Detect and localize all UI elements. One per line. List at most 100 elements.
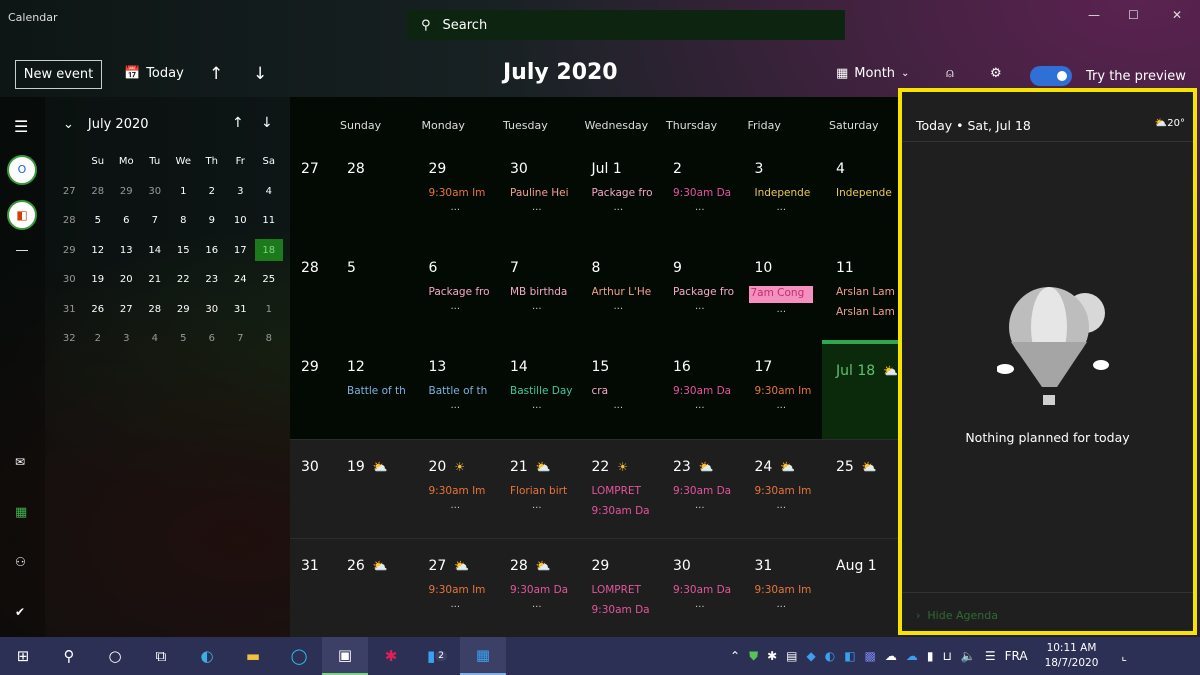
app-taskbar-button[interactable]: ▣ [322,637,368,675]
day-cell[interactable]: 13 Battle of th ··· [415,340,496,439]
day-cell[interactable]: 30 9:30am Da ··· [659,539,740,638]
taskbar-search-button[interactable]: ⚲ [46,637,92,675]
mini-day[interactable]: 11 [255,210,284,232]
day-cell[interactable]: 21 ⛅ Florian birt ··· [496,440,577,539]
day-cell[interactable]: 28 [333,142,414,241]
mini-prev-button[interactable]: ↑ [232,115,244,131]
mini-day[interactable]: 4 [255,180,284,202]
settings-button[interactable]: ⚙ [990,66,1002,81]
day-cell[interactable]: Jul 18 ⛅ [822,340,903,439]
more-events-indicator[interactable]: ··· [592,403,659,414]
mini-day[interactable]: 15 [169,239,198,261]
calendar-app[interactable]: ▦ [460,637,506,675]
people-icon[interactable]: ⚇ [15,555,26,569]
event-item[interactable]: 9:30am Im [755,584,817,598]
event-item[interactable]: 7am Cong [748,286,813,303]
mini-day[interactable]: 14 [141,239,170,261]
day-cell[interactable]: 7 MB birthda ··· [496,241,577,340]
day-cell[interactable]: 16 9:30am Da ··· [659,340,740,439]
day-cell[interactable]: 23 ⛅ 9:30am Da ··· [659,440,740,539]
mini-next-button[interactable]: ↓ [261,115,273,131]
next-month-button[interactable]: ↓ [253,64,267,84]
close-button[interactable]: ✕ [1172,8,1182,22]
event-item[interactable]: 9:30am Da [592,505,654,519]
day-cell[interactable]: 5 [333,241,414,340]
more-events-indicator[interactable]: ··· [755,503,822,514]
maximize-button[interactable]: ☐ [1128,8,1139,22]
chevron-up-icon[interactable]: ⌃ [730,649,740,663]
day-cell[interactable]: 26 ⛅ [333,539,414,638]
mini-day[interactable]: 7 [141,210,170,232]
day-cell[interactable]: 8 Arthur L'He ··· [578,241,659,340]
mini-day[interactable]: 9 [198,210,227,232]
more-events-indicator[interactable]: ··· [755,602,822,613]
mini-day[interactable]: 30 [198,298,227,320]
mini-day[interactable]: 8 [169,210,198,232]
action-center-icon[interactable]: ⌞ [1121,649,1127,663]
more-events-indicator[interactable]: ··· [510,403,577,414]
mini-day[interactable]: 16 [198,239,227,261]
mini-day[interactable]: 4 [141,328,170,350]
day-cell[interactable]: 25 ⛅ [822,440,903,539]
event-item[interactable]: 9:30am Im [429,187,491,201]
keyboard-icon[interactable]: ☰ [985,649,996,663]
more-events-indicator[interactable]: ··· [673,403,740,414]
day-cell[interactable]: 10 7am Cong ··· [741,241,822,340]
event-item[interactable]: 9:30am Im [755,485,817,499]
event-item[interactable]: 9:30am Da [673,187,735,201]
day-cell[interactable]: 11 Arslan Lam Arslan Lam [822,241,903,340]
calendar-icon[interactable]: ▦ [15,505,27,520]
mini-day[interactable]: 17 [226,239,255,261]
mini-day[interactable]: 3 [112,328,141,350]
day-cell[interactable]: 2 9:30am Da ··· [659,142,740,241]
mini-day[interactable]: 29 [112,180,141,202]
mini-day[interactable]: 2 [198,180,227,202]
more-events-indicator[interactable]: ··· [755,205,822,216]
mini-day[interactable]: 28 [84,180,113,202]
app-tray-icon[interactable]: ▤ [786,649,797,663]
event-item[interactable]: 9:30am Im [429,584,491,598]
preview-toggle[interactable] [1030,66,1072,86]
more-events-indicator[interactable]: ··· [673,503,740,514]
new-event-button[interactable]: New event [15,60,102,89]
mini-day[interactable]: 20 [112,269,141,291]
mini-day[interactable]: 8 [255,328,284,350]
mini-day[interactable]: 27 [112,298,141,320]
day-cell[interactable]: 9 Package fro ··· [659,241,740,340]
day-cell[interactable]: 31 9:30am Im ··· [741,539,822,638]
edge-app[interactable]: ◐ [184,637,230,675]
more-events-indicator[interactable]: ··· [755,307,822,318]
cloud-icon[interactable]: ☁ [885,649,897,663]
more-events-indicator[interactable]: ··· [429,205,496,216]
volume-icon[interactable]: 🔈 [961,649,976,663]
event-item[interactable]: 9:30am Da [673,385,735,399]
view-selector[interactable]: ▦ Month ⌄ [836,66,909,81]
event-item[interactable]: Bastille Day [510,385,572,399]
day-cell[interactable]: 27 ⛅ 9:30am Im ··· [415,539,496,638]
mini-day[interactable]: 21 [141,269,170,291]
mini-day[interactable]: 23 [198,269,227,291]
day-cell[interactable]: 29 LOMPRET 9:30am Da [578,539,659,638]
mini-day[interactable]: 29 [169,298,198,320]
mini-day[interactable]: 28 [141,298,170,320]
explorer-app[interactable]: ▬ [230,637,276,675]
mini-day[interactable]: 13 [112,239,141,261]
clock[interactable]: 10:11 AM 18/7/2020 [1045,641,1099,671]
onedrive-icon[interactable]: ☁ [906,649,918,663]
event-item[interactable]: Arslan Lam [836,286,898,300]
event-item[interactable]: 9:30am Da [510,584,572,598]
more-events-indicator[interactable]: ··· [673,205,740,216]
more-events-indicator[interactable]: ··· [510,205,577,216]
day-cell[interactable]: 14 Bastille Day ··· [496,340,577,439]
mini-day[interactable]: 25 [255,269,284,291]
event-item[interactable]: Independe [755,187,817,201]
previous-month-button[interactable]: ↑ [209,64,223,84]
event-item[interactable]: 9:30am Da [673,584,735,598]
more-events-indicator[interactable]: ··· [755,403,822,414]
day-cell[interactable]: 22 ☀ LOMPRET 9:30am Da [578,440,659,539]
mini-day[interactable]: 26 [84,298,113,320]
mini-day[interactable]: 6 [112,210,141,232]
day-cell[interactable]: 24 ⛅ 9:30am Im ··· [741,440,822,539]
day-cell[interactable]: 17 9:30am Im ··· [741,340,822,439]
search-box[interactable]: ⚲ Search [407,10,845,40]
